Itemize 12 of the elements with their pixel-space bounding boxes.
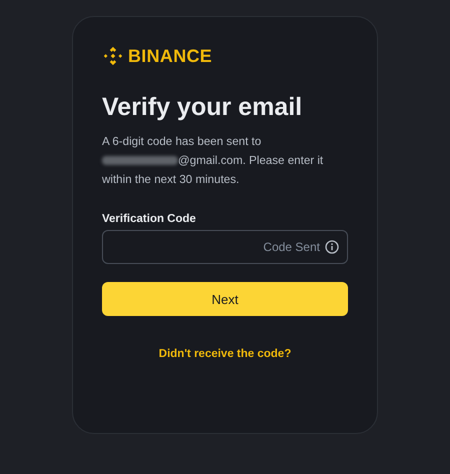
- status-text: Code Sent: [263, 240, 320, 254]
- brand-name: BINANCE: [128, 46, 212, 66]
- page-title: Verify your email: [102, 93, 304, 122]
- resend-link[interactable]: Didn't receive the code?: [158, 348, 292, 360]
- info-icon[interactable]: [325, 240, 339, 254]
- message-text: A 6-digit code has been sent to: [102, 135, 262, 148]
- next-button[interactable]: Next: [102, 282, 348, 316]
- logo-icon: [102, 45, 124, 67]
- input-field[interactable]: Code Sent: [102, 230, 348, 264]
- field-label: Verification Code: [102, 213, 197, 225]
- message-text: @gmail.com. Please enter it: [178, 154, 324, 167]
- message-text: within the next 30 minutes.: [102, 173, 240, 186]
